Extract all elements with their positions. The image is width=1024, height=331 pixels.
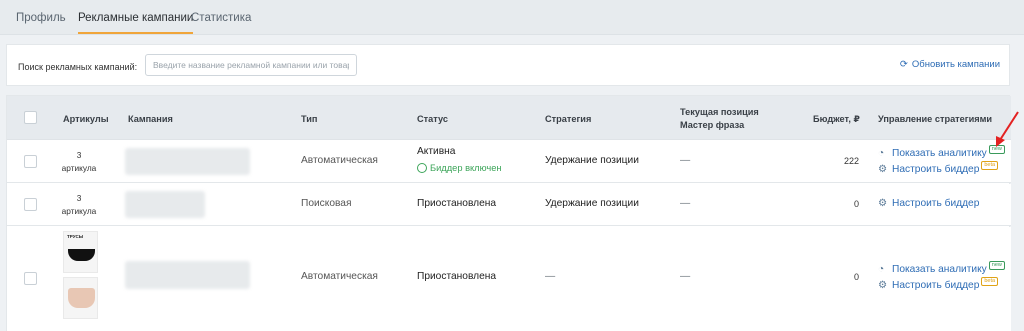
- articles-number: 3: [76, 193, 82, 203]
- header-budget: Бюджет, ₽: [813, 114, 860, 124]
- articles-count: 3 артикула: [57, 192, 101, 218]
- bidder-status-label: Биддер включен: [430, 163, 502, 173]
- product-thumbnail[interactable]: ТРУСЫ: [63, 231, 98, 273]
- gear-icon: ⚙: [878, 280, 888, 291]
- configure-bidder-label: Настроить биддер: [892, 164, 980, 175]
- articles-count: 3 артикула: [57, 149, 101, 175]
- show-analytics-link[interactable]: ◔ Показать аналитику new: [878, 261, 1005, 275]
- campaign-type: Поисковая: [301, 198, 352, 209]
- search-panel: Поиск рекламных кампаний: ⟳Обновить камп…: [6, 44, 1010, 86]
- configure-bidder-link[interactable]: ⚙ Настроить биддер beta: [878, 161, 999, 175]
- chart-circle-icon: ◔: [878, 264, 885, 275]
- campaign-strategy: —: [545, 271, 556, 282]
- header-strategy: Стратегия: [545, 114, 592, 124]
- header-manage: Управление стратегиями: [878, 114, 993, 124]
- campaign-strategy: Удержание позиции: [545, 155, 639, 166]
- campaign-status: Приостановлена: [417, 271, 497, 282]
- gear-icon: ⚙: [878, 198, 888, 209]
- refresh-campaigns-label: Обновить кампании: [911, 59, 1000, 70]
- campaign-type: Автоматическая: [301, 271, 378, 282]
- row-checkbox[interactable]: [24, 272, 37, 285]
- search-label: Поиск рекламных кампаний:: [18, 62, 138, 72]
- show-analytics-link[interactable]: ◔ Показать аналитику new: [878, 145, 1005, 159]
- refresh-icon: ⟳: [899, 59, 908, 70]
- articles-unit: артикула: [61, 205, 97, 216]
- campaign-name-blurred[interactable]: [125, 191, 205, 218]
- header-position: Текущая позиция: [680, 107, 759, 117]
- beta-badge: beta: [981, 161, 999, 170]
- show-analytics-label: Показать аналитику: [892, 264, 987, 275]
- check-circle-icon: [417, 163, 427, 173]
- header-type: Тип: [301, 114, 318, 124]
- campaign-type: Автоматическая: [301, 155, 378, 166]
- product-label: ТРУСЫ: [67, 234, 84, 239]
- product-thumbnail[interactable]: [63, 277, 98, 319]
- header-status: Статус: [417, 114, 448, 124]
- product-image: [68, 288, 95, 308]
- configure-bidder-label: Настроить биддер: [892, 198, 980, 209]
- new-badge: new: [988, 261, 1005, 270]
- tab-profile[interactable]: Профиль: [16, 12, 66, 34]
- campaign-budget: 0: [853, 199, 859, 209]
- articles-number: 3: [76, 150, 82, 160]
- tab-bar: Профиль Рекламные кампании Статистика: [0, 0, 1024, 35]
- row-checkbox[interactable]: [24, 155, 37, 168]
- campaign-budget: 222: [843, 156, 859, 166]
- product-image: [68, 249, 95, 261]
- table-row: 3 артикула Поисковая Приостановлена Удер…: [7, 184, 1011, 226]
- campaign-name-blurred[interactable]: [125, 261, 250, 289]
- search-input[interactable]: [145, 54, 357, 76]
- campaigns-table: Артикулы Кампания Тип Статус Стратегия Т…: [6, 95, 1011, 331]
- refresh-campaigns-button[interactable]: ⟳ Обновить кампании: [900, 59, 1000, 70]
- campaign-status: Активна: [417, 146, 456, 157]
- campaign-name-blurred[interactable]: [125, 148, 250, 175]
- campaign-budget: 0: [853, 272, 859, 282]
- gear-icon: ⚙: [878, 164, 888, 175]
- table-row: 3 артикула Автоматическая Активна Биддер…: [7, 140, 1011, 183]
- bidder-status: Биддер включен: [417, 163, 502, 173]
- beta-badge: beta: [981, 277, 999, 286]
- configure-bidder-link[interactable]: ⚙ Настроить биддер: [878, 198, 979, 209]
- table-header: Артикулы Кампания Тип Статус Стратегия Т…: [7, 96, 1011, 140]
- current-position: —: [680, 155, 691, 166]
- campaign-strategy: Удержание позиции: [545, 198, 639, 209]
- show-analytics-label: Показать аналитику: [892, 148, 987, 159]
- current-position: —: [680, 198, 691, 209]
- header-master-phrase: Мастер фраза: [680, 120, 745, 130]
- row-checkbox[interactable]: [24, 198, 37, 211]
- annotation-arrow-shaft: [999, 111, 1019, 141]
- header-campaign: Кампания: [128, 114, 173, 124]
- articles-unit: артикула: [61, 162, 97, 173]
- configure-bidder-link[interactable]: ⚙ Настроить биддер beta: [878, 277, 999, 291]
- table-row: ТРУСЫ Автоматическая Приостановлена — — …: [7, 227, 1011, 331]
- chart-circle-icon: ◔: [878, 148, 885, 159]
- tab-ad-campaigns[interactable]: Рекламные кампании: [78, 12, 194, 34]
- configure-bidder-label: Настроить биддер: [892, 280, 980, 291]
- campaign-status: Приостановлена: [417, 198, 497, 209]
- annotation-arrow-icon: [996, 111, 1019, 147]
- tab-statistics[interactable]: Статистика: [191, 12, 251, 34]
- header-articles: Артикулы: [63, 114, 109, 124]
- select-all-checkbox[interactable]: [24, 111, 37, 124]
- current-position: —: [680, 271, 691, 282]
